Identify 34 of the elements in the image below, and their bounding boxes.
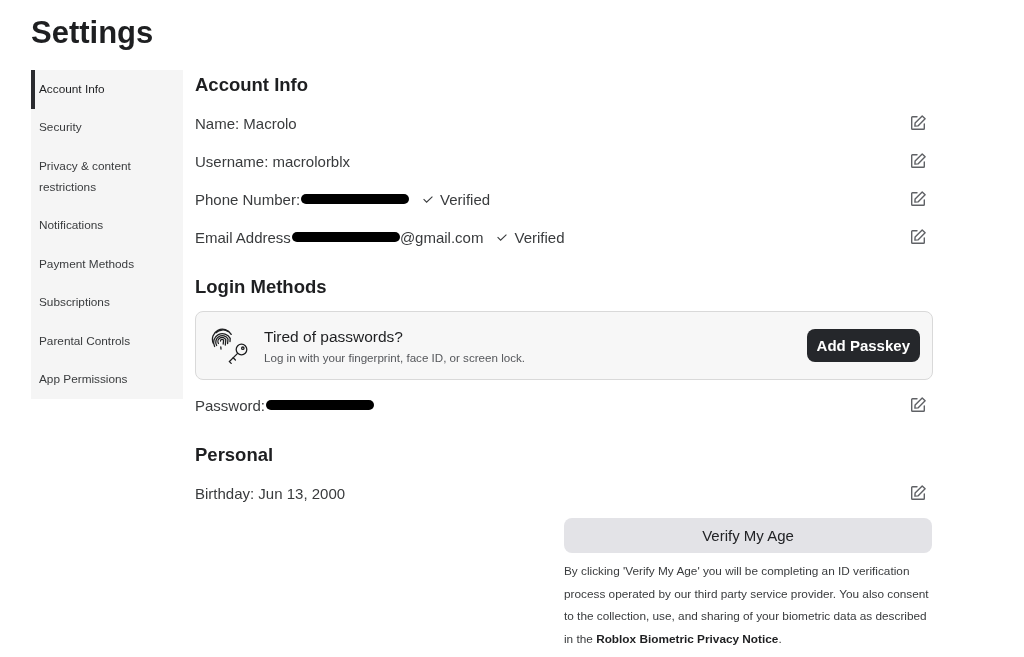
sidebar-item[interactable]: Privacy & content restrictions <box>31 147 183 207</box>
sidebar-item[interactable]: Parental Controls <box>31 322 183 361</box>
passkey-description: Log in with your fingerprint, face ID, or screen lock. <box>264 350 525 365</box>
page-title: Settings <box>31 16 154 50</box>
section-heading: Personal <box>195 443 274 467</box>
field-label: Birthday: Jun 13, 2000 <box>195 484 346 502</box>
sidebar-item[interactable]: Notifications <box>31 206 183 245</box>
field-label: Name: Macrolo <box>195 114 297 132</box>
edit-icon[interactable] <box>910 153 926 169</box>
field-label: Username: macrolorblx <box>195 152 351 170</box>
sidebar-item[interactable]: Payment Methods <box>31 245 183 284</box>
verified-status: Verified <box>440 190 491 208</box>
edit-icon[interactable] <box>910 397 926 413</box>
field-label: Phone Number: <box>195 190 301 208</box>
check-icon <box>423 195 434 203</box>
check-icon <box>497 233 508 241</box>
sidebar-item[interactable]: App Permissions <box>31 360 183 399</box>
section-heading: Account Info <box>195 73 309 97</box>
sidebar-item[interactable]: Subscriptions <box>31 283 183 322</box>
verified-status: Verified <box>514 228 565 246</box>
add-passkey-button[interactable]: Add Passkey <box>806 329 920 362</box>
age-verification-notice: By clicking 'Verify My Age' you will be completing an ID verification process operated by our third party service provider. You also consent to the collection, use, and sharing of your biometric data as described in the Roblox Biometric Privacy Notice. <box>564 563 930 648</box>
sidebar-item[interactable]: Security <box>31 108 183 147</box>
edit-icon[interactable] <box>910 485 926 501</box>
edit-icon[interactable] <box>910 191 926 207</box>
edit-icon[interactable] <box>910 115 926 131</box>
sidebar-item[interactable]: Account Info <box>31 70 183 109</box>
passkey-title: Tired of passwords? <box>264 326 403 347</box>
edit-icon[interactable] <box>910 229 926 245</box>
section-heading: Login Methods <box>195 275 327 299</box>
field-value: @gmail.com <box>399 228 484 246</box>
field-label: Email Address <box>195 228 291 246</box>
verify-age-button[interactable]: Verify My Age <box>564 518 932 553</box>
field-label: Password: <box>195 396 266 414</box>
